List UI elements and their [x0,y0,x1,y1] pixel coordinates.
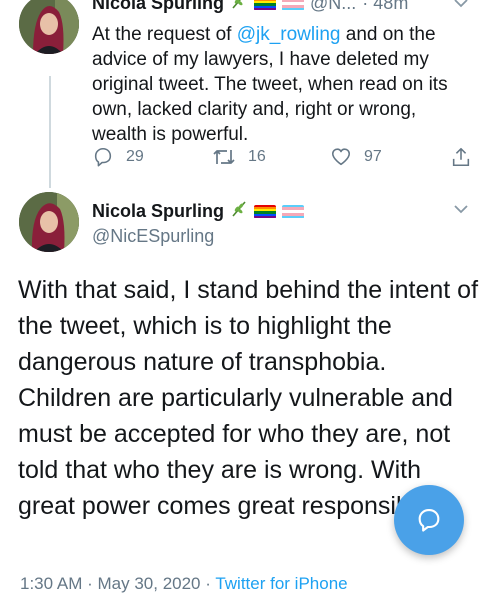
tweet-date: May 30, 2020 [97,574,201,593]
retweet-button[interactable]: 16 [212,146,266,168]
reply-icon [94,147,112,167]
avatar-photo [19,0,79,54]
meta-separator: · [87,574,98,593]
thread-connector [49,76,51,188]
rainbow-flag-icon [254,0,277,11]
prev-tweet-actions: 29 16 97 [92,146,476,170]
compose-reply-button[interactable] [394,485,464,555]
prev-tweet-header: Nicola Spurling @N... · 48m [92,0,408,15]
tweet-source-link[interactable]: Twitter for iPhone [215,574,347,593]
transgender-flag-icon [282,0,305,11]
avatar[interactable] [19,0,79,54]
rainbow-flag-icon [254,204,277,219]
prev-handle[interactable]: @N... [310,0,356,14]
handle[interactable]: @NicESpurling [92,226,214,247]
reply-count: 29 [126,148,144,165]
herb-icon [230,200,248,223]
tweet-header: Nicola Spurling [92,200,305,223]
like-count: 97 [364,148,382,165]
retweet-count: 16 [248,148,266,165]
prev-text-before: At the request of [92,24,237,45]
retweet-icon [213,150,235,164]
tweet-text: With that said, I stand behind the inten… [18,276,479,520]
share-button[interactable] [450,146,472,168]
avatar-photo [19,192,79,252]
chevron-down-icon[interactable] [453,202,469,220]
reply-button[interactable]: 29 [92,146,144,168]
compose-reply-icon [418,509,440,532]
meta-separator: · [205,574,216,593]
mention-link[interactable]: @jk_rowling [237,24,341,45]
display-name[interactable]: Nicola Spurling [92,201,224,222]
tweet-time: 1:30 AM [20,574,83,593]
herb-icon [230,0,248,15]
chevron-down-icon[interactable] [453,0,469,14]
heart-icon [331,148,351,166]
prev-display-name[interactable]: Nicola Spurling [92,0,224,14]
avatar[interactable] [19,192,79,252]
transgender-flag-icon [282,204,305,219]
tweet-meta: 1:30 AM · May 30, 2020 · Twitter for iPh… [20,574,348,594]
like-button[interactable]: 97 [330,146,382,168]
share-icon [452,147,470,167]
prev-tweet-text: At the request of @jk_rowling and on the… [92,22,468,147]
prev-timestamp[interactable]: · 48m [362,0,408,14]
